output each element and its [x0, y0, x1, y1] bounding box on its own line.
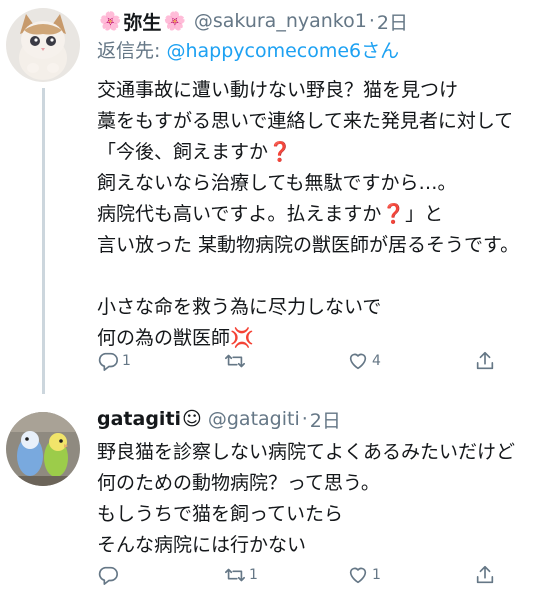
- text-segment: 病院代も高いですよ。払えますか: [97, 203, 382, 225]
- text-line: 野良猫を診察しない病院てよくあるみたいだけど: [97, 441, 516, 463]
- tweet-text: 交通事故に遭い動けない野良？猫を見つけ 藁をもすがる思いで連絡して来た発見者に対…: [97, 75, 544, 354]
- reply-button[interactable]: 1: [97, 350, 131, 372]
- kitten-avatar-icon: [6, 8, 80, 82]
- text-segment: 」と: [405, 203, 444, 225]
- share-icon: [476, 351, 494, 370]
- text-line: 「今後、飼えますか❓: [97, 137, 544, 168]
- reply-to: 返信先: @happycomecome6さん: [97, 36, 544, 66]
- text-segment: 何の為の獣医師: [97, 327, 231, 349]
- question-mark-emoji: ❓: [268, 141, 292, 163]
- timestamp[interactable]: 2日: [377, 8, 408, 35]
- thread-line: [42, 88, 45, 394]
- tweet-actions: 1 1: [97, 564, 497, 594]
- tweet[interactable]: gatagiti ☺ @gatagiti · 2日 野良猫を診察しない病院てよく…: [0, 400, 550, 603]
- retweet-icon: [225, 354, 245, 368]
- retweet-icon: [225, 568, 245, 582]
- share-icon: [476, 565, 494, 584]
- user-handle[interactable]: @sakura_nyanko1: [194, 10, 367, 32]
- tweet[interactable]: 🌸 弥生 🌸 @sakura_nyanko1 · 2日 返信先: @happyc…: [0, 0, 550, 400]
- retweet-count: 1: [249, 567, 258, 583]
- reply-icon: [98, 566, 118, 585]
- like-button[interactable]: 4: [347, 350, 381, 372]
- text-line: 藁をもすがる思いで連絡して来た発見者に対して: [97, 110, 514, 132]
- reply-to-label: 返信先:: [97, 40, 167, 62]
- display-name[interactable]: gatagiti: [97, 408, 181, 430]
- share-button[interactable]: [474, 350, 496, 372]
- reply-mention-link[interactable]: @happycomecome6: [166, 40, 361, 62]
- text-line: 小さな命を救う為に尽力しないで: [97, 296, 382, 318]
- avatar[interactable]: [6, 412, 80, 486]
- share-button[interactable]: [474, 564, 496, 586]
- text-line: 何のための動物病院？って思う。: [97, 472, 380, 494]
- retweet-button[interactable]: [224, 350, 249, 372]
- like-icon: [349, 567, 367, 584]
- separator-dot: ·: [301, 408, 308, 430]
- text-line: 飼えないなら治療しても無駄ですから…。: [97, 172, 457, 194]
- like-count: 4: [372, 353, 381, 369]
- parakeet-avatar-icon: [6, 412, 80, 486]
- reply-mention-suffix: さん: [361, 40, 400, 62]
- text-segment: 「今後、飼えますか: [97, 141, 269, 163]
- smiley-icon: ☺: [182, 408, 202, 430]
- like-icon: [349, 353, 367, 370]
- text-line: そんな病院には行かない: [97, 534, 307, 556]
- like-button[interactable]: 1: [347, 564, 381, 586]
- cherry-blossom-icon: 🌸: [163, 10, 186, 32]
- text-line: 言い放った 某動物病院の獣医師が居るそうです。: [97, 234, 520, 256]
- tweet-header: 🌸 弥生 🌸 @sakura_nyanko1 · 2日: [97, 6, 544, 36]
- reply-button[interactable]: [97, 564, 122, 586]
- tweet-header: gatagiti ☺ @gatagiti · 2日: [97, 404, 544, 434]
- anger-symbol-emoji: 💢: [230, 327, 254, 349]
- retweet-button[interactable]: 1: [224, 564, 258, 586]
- display-name[interactable]: 弥生: [123, 8, 161, 35]
- question-mark-emoji: ❓: [381, 203, 406, 225]
- like-count: 1: [372, 567, 381, 583]
- cherry-blossom-icon: 🌸: [99, 10, 122, 32]
- text-line: 病院代も高いですよ。払えますか❓」と: [97, 199, 544, 230]
- avatar[interactable]: [6, 8, 80, 82]
- user-handle[interactable]: @gatagiti: [208, 408, 300, 430]
- reply-icon: [98, 352, 118, 371]
- tweet-actions: 1 4: [97, 350, 497, 380]
- tweet-text: 野良猫を診察しない病院てよくあるみたいだけど 何のための動物病院？って思う。 も…: [97, 437, 544, 561]
- reply-count: 1: [122, 353, 131, 369]
- timestamp[interactable]: 2日: [310, 406, 341, 433]
- text-line: 交通事故に遭い動けない野良？猫を見つけ: [97, 79, 459, 101]
- separator-dot: ·: [368, 10, 375, 32]
- text-line: もしうちで猫を飼っていたら: [97, 503, 344, 525]
